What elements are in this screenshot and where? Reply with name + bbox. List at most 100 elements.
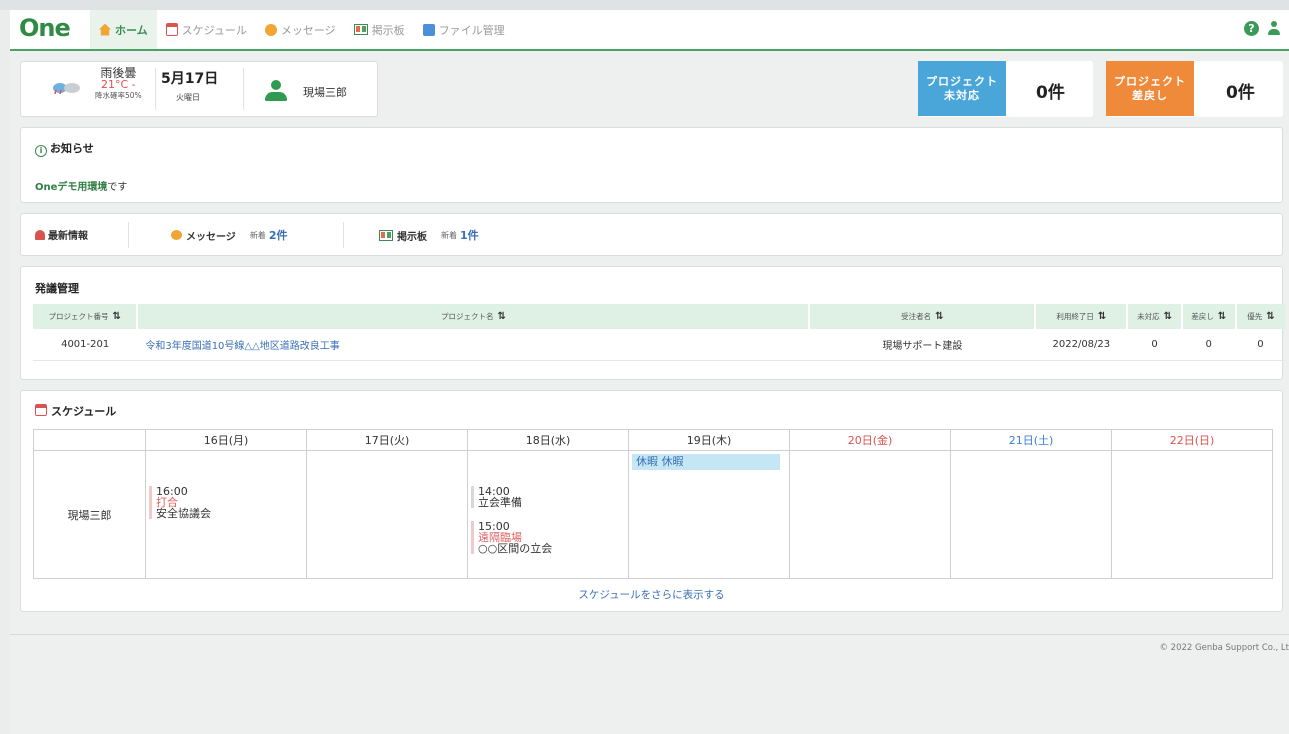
col-label: 未対応	[1137, 312, 1160, 321]
cell-project-number: 4001-201	[33, 329, 138, 361]
cell-pending: 0	[1127, 329, 1182, 361]
sort-icon: ⇅	[1097, 311, 1107, 322]
home-icon	[99, 23, 111, 36]
sort-icon: ⇅	[1163, 311, 1172, 322]
day-header: 20日(金)	[789, 429, 951, 451]
updates-board-label: 掲示板	[397, 231, 427, 243]
cell-contractor: 現場サポート建設	[809, 329, 1036, 361]
divider	[243, 68, 244, 110]
day-header: 21日(土)	[950, 429, 1112, 451]
updates-title: 最新情報	[35, 227, 102, 242]
nav-files[interactable]: ファイル管理	[414, 10, 514, 49]
weather-widget: 雨後曇 21°C - 降水確率50%	[51, 67, 171, 108]
schedule-person: 現場三郎	[33, 450, 146, 579]
app-window: One ホーム スケジュール メッセージ 掲示板 ファイル管理 ? 雨後曇 21…	[10, 10, 1289, 734]
col-label: プロジェクト番号	[48, 312, 109, 321]
notice-text: Oneデモ用環境です	[35, 178, 127, 193]
col-project-number[interactable]: プロジェクト番号 ⇅	[33, 304, 138, 329]
nav-message-label: メッセージ	[280, 23, 336, 37]
updates-message[interactable]: メッセージ 新着 2件	[171, 227, 287, 243]
user-avatar-icon	[264, 80, 288, 102]
kpi-returned-card[interactable]: プロジェクト 差戻し 0件	[1106, 61, 1283, 117]
cell-returned: 0	[1181, 329, 1236, 361]
sort-icon: ⇅	[935, 311, 944, 322]
schedule-row: 現場三郎 16:00 打合 安全協議会 14:00 立会準備 15:00 遠隔臨…	[33, 450, 1273, 579]
col-label: 利用終了日	[1056, 312, 1094, 321]
calendar-icon	[35, 404, 47, 416]
event-mon[interactable]: 16:00 打合 安全協議会	[149, 486, 211, 519]
nav-home[interactable]: ホーム	[90, 10, 157, 49]
cell-end-date: 2022/08/23	[1035, 329, 1128, 361]
sort-icon: ⇅	[1266, 311, 1275, 322]
day-header: 19日(木)	[628, 429, 790, 451]
orders-title: 発議管理	[35, 282, 79, 295]
schedule-title-text: スケジュール	[51, 405, 117, 418]
schedule-corner	[33, 429, 146, 451]
kpi-returned-label-1: プロジェクト	[1114, 74, 1186, 88]
day-cell-thu[interactable]: 休暇 休暇	[628, 450, 790, 579]
schedule-card: スケジュール 16日(月) 17日(火) 18日(水) 19日(木) 20日(金…	[20, 390, 1283, 612]
user-menu-icon[interactable]	[1267, 21, 1281, 36]
cell-project-name: 令和3年度国道10号線△△地区道路改良工事	[137, 329, 810, 361]
orders-table: プロジェクト番号 ⇅ プロジェクト名 ⇅ 受注者名 ⇅ 利用終了日 ⇅ 未対応 ⇅ 差戻し…	[33, 304, 1285, 361]
weather-text: 雨後曇 21°C - 降水確率50%	[95, 67, 142, 101]
sort-icon: ⇅	[1217, 311, 1227, 322]
col-project-name[interactable]: プロジェクト名 ⇅	[136, 304, 810, 329]
footer-divider	[10, 634, 1289, 635]
day-cell-sat[interactable]	[950, 450, 1112, 579]
day-cell-fri[interactable]	[789, 450, 951, 579]
kpi-pending-card[interactable]: プロジェクト 未対応 0件	[918, 61, 1093, 117]
event-title: 安全協議会	[156, 507, 211, 520]
info-icon: i	[35, 145, 47, 157]
project-link[interactable]: 令和3年度国道10号線△△地区道路改良工事	[145, 341, 339, 352]
kpi-pending-label: プロジェクト 未対応	[918, 61, 1006, 116]
col-priority[interactable]: 優先 ⇅	[1234, 304, 1285, 329]
sort-icon: ⇅	[112, 311, 121, 322]
col-contractor[interactable]: 受注者名 ⇅	[808, 304, 1036, 329]
col-pending[interactable]: 未対応 ⇅	[1126, 304, 1182, 329]
updates-board-count[interactable]: 1件	[460, 227, 479, 243]
notice-title-text: お知らせ	[50, 142, 94, 155]
day-header: 18日(水)	[467, 429, 629, 451]
notice-text-rest: です	[107, 182, 128, 193]
nav-schedule[interactable]: スケジュール	[157, 10, 256, 49]
schedule-title: スケジュール	[35, 403, 116, 419]
kpi-returned-value: 0件	[1226, 83, 1255, 103]
top-header: One ホーム スケジュール メッセージ 掲示板 ファイル管理 ?	[10, 10, 1289, 51]
show-more-schedule-link[interactable]: スケジュールをさらに表示する	[21, 587, 1282, 602]
updates-board[interactable]: 掲示板 新着 1件	[379, 227, 479, 243]
col-label: プロジェクト名	[440, 312, 494, 321]
day-cell-tue[interactable]	[306, 450, 468, 579]
event-wed-1[interactable]: 14:00 立会準備	[471, 486, 522, 508]
day-header: 17日(火)	[306, 429, 468, 451]
updates-title-text: 最新情報	[48, 231, 88, 242]
table-row[interactable]: 4001-201 令和3年度国道10号線△△地区道路改良工事 現場サポート建設 …	[33, 329, 1285, 361]
col-label: 差戻し	[1191, 312, 1214, 321]
cell-priority: 0	[1235, 329, 1285, 361]
col-returned[interactable]: 差戻し ⇅	[1180, 304, 1236, 329]
message-icon	[264, 23, 277, 36]
help-icon[interactable]: ?	[1244, 21, 1259, 36]
app-logo[interactable]: One	[19, 14, 71, 42]
file-icon	[422, 23, 435, 36]
weather-rain-chance: 降水確率50%	[95, 91, 142, 100]
event-wed-2[interactable]: 15:00 遠隔臨場 ○○区間の立会	[471, 521, 552, 554]
sort-icon: ⇅	[497, 311, 506, 322]
nav-message[interactable]: メッセージ	[256, 10, 345, 49]
today-weekday: 火曜日	[176, 93, 200, 102]
col-end-date[interactable]: 利用終了日 ⇅	[1034, 304, 1128, 329]
day-header: 16日(月)	[145, 429, 307, 451]
kpi-pending-value: 0件	[1036, 83, 1065, 103]
day-cell-wed[interactable]: 14:00 立会準備 15:00 遠隔臨場 ○○区間の立会	[467, 450, 629, 579]
col-label: 優先	[1247, 312, 1263, 321]
board-icon	[353, 24, 368, 35]
event-title: 立会準備	[478, 496, 522, 509]
nav-home-label: ホーム	[115, 23, 148, 37]
orders-card: 発議管理 プロジェクト番号 ⇅ プロジェクト名 ⇅ 受注者名 ⇅ 利用終了日 ⇅ 未対応…	[20, 266, 1285, 380]
event-vacation[interactable]: 休暇 休暇	[632, 454, 780, 470]
day-cell-mon[interactable]: 16:00 打合 安全協議会	[145, 450, 307, 579]
day-cell-sun[interactable]	[1111, 450, 1273, 579]
updates-message-count[interactable]: 2件	[269, 227, 288, 243]
nav-board[interactable]: 掲示板	[345, 10, 414, 49]
schedule-header-row: 16日(月) 17日(火) 18日(水) 19日(木) 20日(金) 21日(土…	[33, 429, 1273, 451]
